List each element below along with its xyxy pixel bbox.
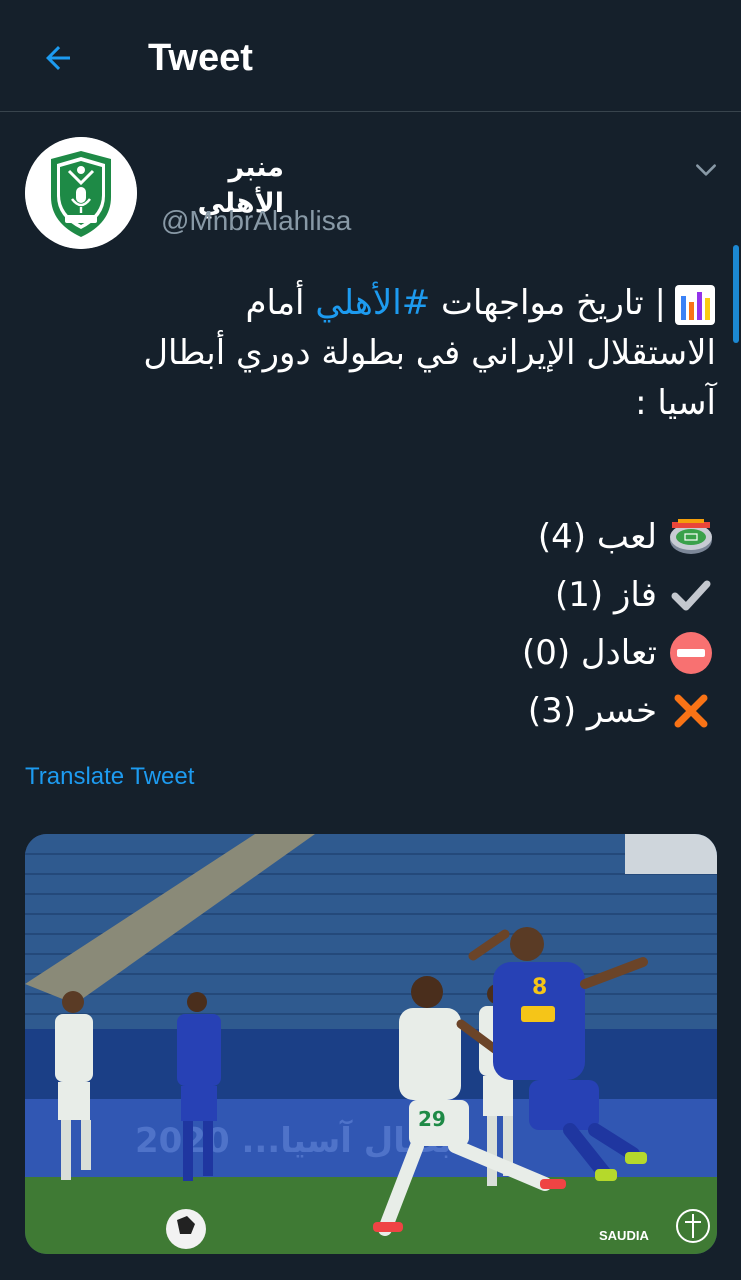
avatar[interactable] — [25, 137, 137, 249]
stats-list: لعب (4) فاز (1) تعادل (0) خسر (3) — [522, 508, 715, 740]
tweet-line-1: | تاريخ مواجهات #الأهلي أمام — [40, 278, 716, 328]
tweet-menu-button[interactable] — [686, 150, 726, 190]
arrow-left-icon — [46, 46, 70, 70]
back-button[interactable] — [34, 34, 82, 82]
tweet-text-segment: | تاريخ مواجهات — [430, 283, 666, 323]
page-title: Tweet — [148, 37, 253, 79]
sponsor-logo-text: SAUDIA — [599, 1228, 649, 1243]
football-match-photo: 2020 ...أبطال آسيا — [25, 834, 717, 1254]
bar-chart-icon — [675, 284, 715, 325]
stat-label: فاز (1) — [554, 575, 657, 615]
stadium-icon — [667, 513, 715, 561]
no-entry-icon — [667, 629, 715, 677]
top-bar: Tweet — [0, 0, 741, 112]
al-ahli-club-logo — [25, 137, 137, 249]
chevron-down-icon — [696, 164, 716, 176]
stat-lost: خسر (3) — [522, 682, 715, 740]
scrollbar-thumb[interactable] — [733, 245, 739, 343]
tweet-photo[interactable]: 2020 ...أبطال آسيا — [25, 834, 717, 1254]
check-icon — [667, 571, 715, 619]
tweet-line-2: الاستقلال الإيراني في بطولة دوري أبطال — [143, 333, 716, 373]
stat-played: لعب (4) — [522, 508, 715, 566]
jersey-number: 29 — [418, 1107, 446, 1131]
tweet-detail-screen: Tweet منبر الأهلي @MnbrAlahlisa | تاريخ … — [0, 0, 741, 1280]
translate-tweet-link[interactable]: Translate Tweet — [25, 760, 194, 794]
tweet-line-3: آسيا : — [635, 383, 716, 423]
tweet-text: | تاريخ مواجهات #الأهلي أمام الاستقلال ا… — [40, 278, 716, 428]
jersey-number: 8 — [532, 975, 547, 1000]
stat-label: تعادل (0) — [521, 633, 657, 673]
stat-won: فاز (1) — [522, 566, 715, 624]
stat-draw: تعادل (0) — [522, 624, 715, 682]
cross-mark-icon — [667, 687, 715, 735]
hashtag-link[interactable]: #الأهلي — [315, 283, 430, 323]
tweet-text-segment: أمام — [245, 283, 316, 323]
stat-label: خسر (3) — [527, 691, 657, 731]
stat-label: لعب (4) — [537, 517, 657, 557]
author-handle[interactable]: @MnbrAlahlisa — [161, 202, 351, 240]
